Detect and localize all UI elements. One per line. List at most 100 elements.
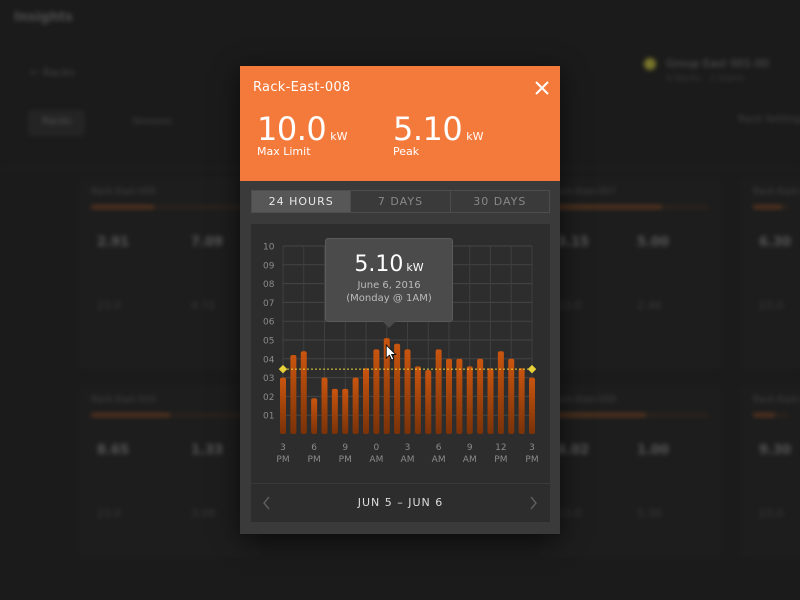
x-tick-label: 3	[405, 443, 411, 453]
rack-card[interactable]: Rack-East-005 2.91 7.09 23.0 4.72	[80, 178, 260, 368]
chart-bar	[331, 388, 338, 434]
rack-card-stat: 23.0	[557, 507, 582, 520]
chart-bar	[280, 377, 286, 434]
rack-card-name: Rack-East-010	[91, 395, 156, 405]
y-tick-label: 05	[263, 337, 274, 347]
y-tick-label: 02	[263, 393, 274, 403]
rack-card-stat: 23.0	[759, 299, 784, 312]
y-tick-label: 03	[263, 374, 274, 384]
rack-name: Rack-East-008	[253, 80, 351, 95]
rack-card-name: Rack-East-007	[551, 187, 616, 197]
close-button[interactable]	[532, 78, 552, 98]
chart-bar	[487, 368, 494, 434]
peak-unit: kW	[466, 130, 484, 143]
rack-settings-link[interactable]: Rack Settings	[738, 114, 800, 125]
rack-card-value: 6.30	[759, 235, 792, 250]
rack-card-stat: 2.46	[637, 299, 662, 312]
y-tick-label: 07	[263, 299, 274, 309]
x-tick-label: 12	[495, 443, 506, 453]
close-icon	[535, 81, 549, 95]
rack-card-stat: 23.0	[97, 507, 122, 520]
rack-card-value: 1.33	[191, 443, 224, 458]
chart-bar	[425, 370, 432, 434]
chart-bar	[342, 388, 349, 434]
chart-tooltip: 5.10 kW June 6, 2016 (Monday @ 1AM)	[325, 238, 453, 322]
y-tick-label: 06	[263, 318, 275, 328]
rack-card-usage-bar	[91, 205, 249, 209]
rack-card-value: 3.15	[557, 235, 590, 250]
rack-card-value: 1.00	[637, 443, 670, 458]
chart-bar	[529, 377, 535, 434]
y-tick-label: 10	[263, 243, 275, 253]
app-title: Insights	[14, 10, 73, 25]
tab-24-hours[interactable]: 24 HOURS	[252, 191, 352, 212]
chart-bar	[497, 351, 504, 434]
rack-card-value: 2.91	[97, 235, 130, 250]
chart-bar	[456, 358, 463, 434]
date-range-label: JUN 5 – JUN 6	[357, 496, 444, 509]
tab-30-days[interactable]: 30 DAYS	[451, 191, 549, 212]
next-range-button[interactable]	[525, 494, 541, 512]
rack-card-value: 9.30	[759, 443, 792, 458]
chart-bar	[508, 358, 515, 434]
rack-detail-modal: Rack-East-008 10.0 kW Max Limit 5.10 kW Pe…	[240, 66, 560, 534]
chart-bar	[363, 368, 369, 434]
chevron-right-icon	[530, 496, 537, 510]
x-tick-label: AM	[463, 455, 477, 465]
tooltip-detail: (Monday @ 1AM)	[346, 293, 432, 304]
back-link[interactable]: ← Racks	[30, 66, 75, 79]
max-limit-unit: kW	[330, 130, 348, 143]
chart-bar	[352, 377, 359, 434]
rack-card-usage-bar	[753, 205, 789, 209]
tab-7-days[interactable]: 7 DAYS	[351, 191, 451, 212]
chart-bar	[446, 358, 452, 434]
tooltip-value: 5.10	[354, 252, 404, 277]
rack-card-stat: 3.09	[191, 507, 216, 520]
x-tick-label: 0	[374, 443, 380, 453]
x-tick-label: AM	[401, 455, 415, 465]
rack-card-name: Rack-East-012	[753, 395, 800, 405]
x-tick-label: 9	[342, 443, 348, 453]
max-limit-label: Max Limit	[257, 145, 311, 158]
group-status-title: Group East 001-00	[666, 57, 770, 70]
chart-bar	[404, 349, 411, 434]
chart-bar	[373, 349, 380, 434]
rack-card-usage-bar	[551, 205, 709, 209]
rack-card-stat: 4.72	[191, 299, 216, 312]
y-tick-label: 09	[263, 261, 275, 271]
x-tick-label: PM	[525, 455, 538, 465]
rack-card-usage-bar	[551, 413, 709, 417]
rack-card-value: 5.00	[637, 235, 670, 250]
tab-sensors[interactable]: Sensors	[118, 110, 186, 136]
rack-card[interactable]: Rack-East-011 6.30 23.0	[742, 178, 800, 368]
rack-card[interactable]: Rack-East-012 9.30 23.0	[742, 386, 800, 556]
rack-card-usage-bar	[91, 413, 249, 417]
rack-card[interactable]: Rack-East-007 3.15 5.00 23.0 2.46	[540, 178, 720, 368]
rack-card-stat: 23.0	[759, 507, 784, 520]
tab-racks[interactable]: Racks	[28, 110, 86, 136]
rack-card-value: 8.65	[97, 443, 130, 458]
rack-card[interactable]: Rack-East-009 6.02 1.00 23.0 5.30	[540, 386, 720, 556]
max-limit-value: 10.0	[257, 110, 327, 148]
chart-bar	[435, 349, 442, 434]
x-tick-label: AM	[369, 455, 383, 465]
rack-card-value: 7.09	[191, 235, 224, 250]
time-range-tabs: 24 HOURS 7 DAYS 30 DAYS	[251, 190, 550, 213]
rack-card-stat: 23.0	[97, 299, 122, 312]
average-marker-right	[527, 364, 537, 374]
group-status-subtitle: 4 Racks · 2 Alerts	[666, 74, 745, 84]
y-tick-label: 08	[263, 280, 275, 290]
status-dot-icon	[644, 58, 656, 70]
chart-bar	[518, 368, 525, 434]
peak-stat: 5.10 kW Peak	[393, 110, 484, 158]
rack-card[interactable]: Rack-East-010 8.65 1.33 23.0 3.09	[80, 386, 260, 556]
max-limit-stat: 10.0 kW Max Limit	[257, 110, 348, 158]
chart-bar	[300, 351, 307, 434]
rack-card-name: Rack-East-009	[551, 395, 616, 405]
rack-card-stat: 23.0	[557, 299, 582, 312]
average-marker-left	[278, 364, 288, 374]
x-tick-label: AM	[432, 455, 446, 465]
tooltip-arrow	[382, 321, 396, 328]
rack-card-value: 6.02	[557, 443, 590, 458]
chart-bar	[290, 355, 297, 434]
